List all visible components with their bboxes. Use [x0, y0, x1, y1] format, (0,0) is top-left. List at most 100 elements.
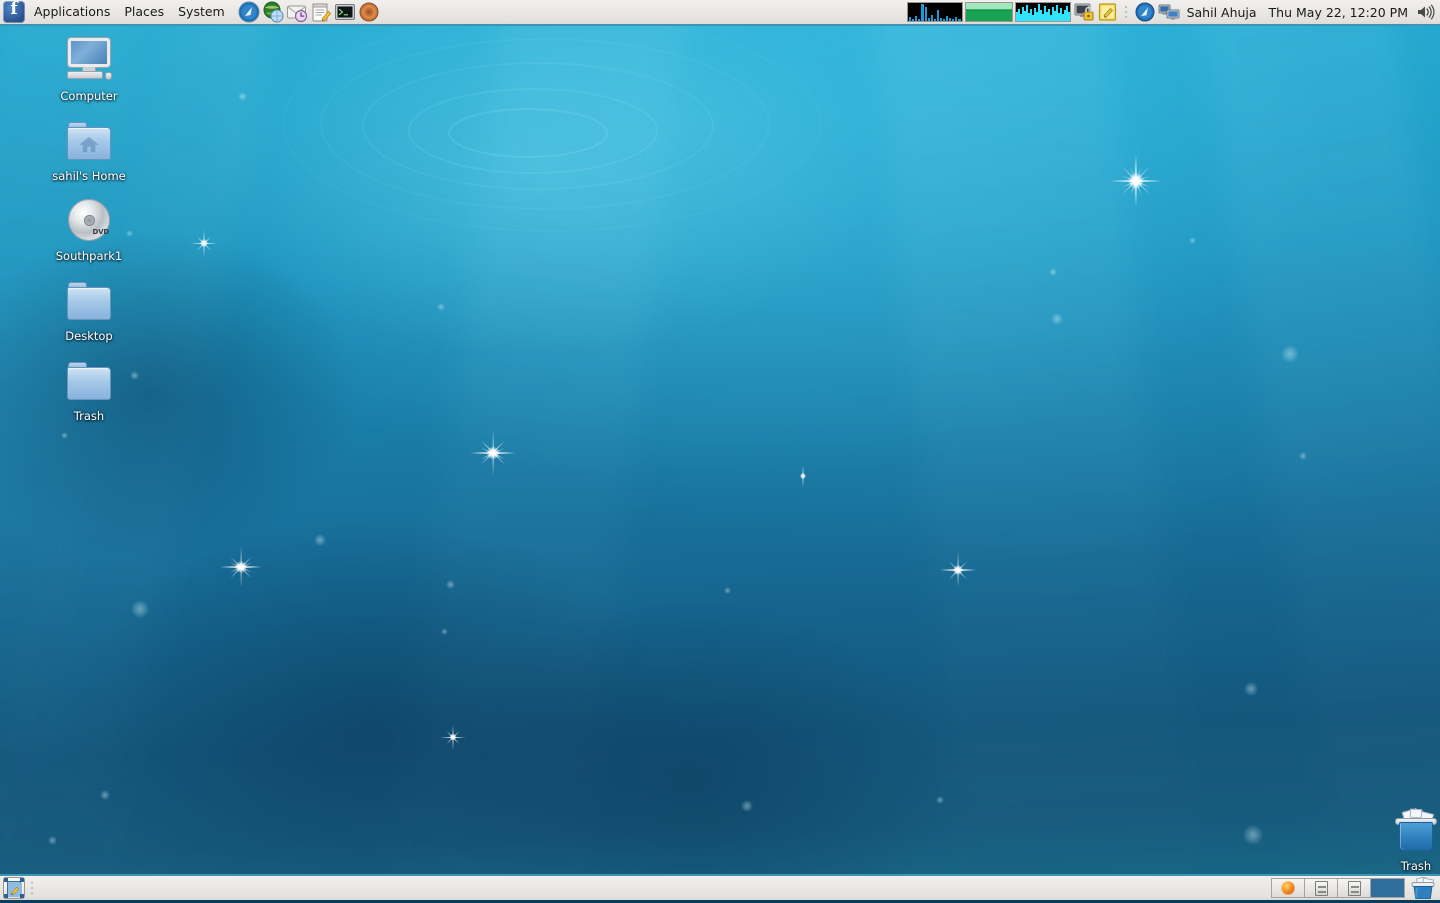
- bottom-panel: [0, 874, 1440, 900]
- network-monitor-applet[interactable]: [1015, 2, 1071, 22]
- clock-applet[interactable]: Thu May 22, 12:20 PM: [1263, 5, 1414, 20]
- wallpaper-sparkle: [440, 724, 466, 750]
- wallpaper-ripple-ring: [448, 108, 608, 158]
- wallpaper-bokeh: [936, 796, 944, 804]
- wallpaper-bokeh: [724, 587, 731, 594]
- desktop-background[interactable]: Computer sahil's Home DVD Southpark1: [0, 0, 1440, 900]
- wallpaper-bokeh: [238, 92, 247, 101]
- network-graph-icon: [1016, 3, 1070, 21]
- corner-marker: [20, 894, 24, 898]
- house-glyph: [78, 135, 100, 153]
- wallpaper-sparkle: [220, 546, 262, 588]
- snail-shell-icon: [358, 1, 380, 23]
- terminal-launcher[interactable]: [334, 1, 356, 23]
- terminal-icon: [334, 1, 356, 23]
- computer-monitor-icon: [41, 36, 137, 86]
- web-browser-icon: [238, 1, 260, 23]
- email-launcher[interactable]: [286, 1, 308, 23]
- wallpaper-bokeh: [61, 432, 68, 439]
- menu-places[interactable]: Places: [117, 1, 171, 23]
- memory-monitor-applet[interactable]: [965, 2, 1013, 22]
- workspace-1[interactable]: [1272, 879, 1305, 897]
- network-connection-icon[interactable]: [1158, 2, 1180, 22]
- seamonkey-launcher[interactable]: [358, 1, 380, 23]
- notepad-pencil-icon: [310, 1, 332, 23]
- dvd-disc-icon: DVD: [41, 196, 137, 246]
- wallpaper-bokeh: [1049, 268, 1057, 276]
- desktop-icon-desktop-folder[interactable]: Desktop: [41, 276, 137, 343]
- web-browser-launcher[interactable]: [238, 1, 260, 23]
- desktop-icon-label: Trash: [41, 410, 137, 423]
- panel-separator: [1123, 2, 1130, 22]
- home-folder-icon: [41, 116, 137, 166]
- yellow-notepad-icon: [1097, 2, 1119, 22]
- wallpaper-shadow: [430, 600, 950, 900]
- wallpaper-ripple-ring: [408, 88, 658, 174]
- desktop-icon-computer[interactable]: Computer: [41, 36, 137, 103]
- desktop-icon-dvd[interactable]: DVD Southpark1: [41, 196, 137, 263]
- desktop-icon-label: Trash: [1368, 860, 1440, 873]
- wallpaper-bokeh: [1244, 682, 1258, 696]
- menu-applications[interactable]: Applications: [27, 1, 117, 23]
- desktop-icon-label: sahil's Home: [41, 170, 137, 183]
- two-monitors-icon: [1158, 2, 1180, 22]
- wallpaper-shadow: [60, 520, 680, 900]
- monitor-lock-icon: [1073, 2, 1095, 22]
- browser-tray-icon[interactable]: [1134, 2, 1156, 22]
- user-name-label[interactable]: Sahil Ahuja: [1181, 5, 1263, 20]
- show-desktop-icon: [7, 881, 21, 895]
- memory-graph-icon: [966, 3, 1012, 21]
- menu-system[interactable]: System: [171, 1, 232, 23]
- corner-marker: [20, 878, 24, 882]
- corner-marker: [4, 878, 8, 882]
- folder-icon: [41, 276, 137, 326]
- fedora-logo-icon[interactable]: [3, 1, 25, 23]
- notes-launcher[interactable]: [310, 1, 332, 23]
- volume-applet[interactable]: [1415, 2, 1435, 22]
- desktop-icon-home-folder[interactable]: sahil's Home: [41, 116, 137, 183]
- notes-tray-icon[interactable]: [1097, 2, 1119, 22]
- file-manager-icon: [1348, 881, 1361, 896]
- cpu-monitor-applet[interactable]: [907, 2, 963, 22]
- show-desktop-button[interactable]: [3, 877, 25, 899]
- workspace-4[interactable]: [1371, 879, 1404, 897]
- workspace-3[interactable]: [1338, 879, 1371, 897]
- bottom-panel-right-area: [1271, 877, 1440, 899]
- cpu-graph-icon: [908, 3, 962, 21]
- trash-full-icon: [1410, 877, 1436, 899]
- wallpaper-ripple-ring: [282, 16, 822, 232]
- wallpaper-bokeh: [437, 303, 445, 311]
- window-list[interactable]: [38, 877, 1271, 899]
- wallpaper-light-ray: [1181, 0, 1440, 900]
- wallpaper-light-ray: [861, 0, 1210, 900]
- workspace-2[interactable]: [1305, 879, 1338, 897]
- desktop-icon-label: Computer: [41, 90, 137, 103]
- desktop-icon-trash-full[interactable]: Trash: [1368, 806, 1440, 873]
- wallpaper-bokeh: [314, 534, 326, 546]
- wallpaper-bokeh: [1189, 237, 1196, 244]
- firefox-icon: [1281, 881, 1295, 895]
- wallpaper-bokeh: [100, 790, 110, 800]
- trash-full-icon: [1368, 806, 1440, 856]
- globe-network-launcher[interactable]: [262, 1, 284, 23]
- wallpaper-light-ray: [381, 0, 700, 900]
- file-manager-icon: [1315, 881, 1328, 896]
- folder-icon: [41, 356, 137, 406]
- top-panel: Applications Places System: [0, 0, 1440, 26]
- speaker-volume-icon: [1415, 2, 1435, 22]
- wallpaper-sparkle: [792, 465, 814, 487]
- desktop-icon-label: Desktop: [41, 330, 137, 343]
- desktop-icon-label: Southpark1: [41, 250, 137, 263]
- wallpaper-bokeh: [446, 580, 455, 589]
- desktop-icon-trash-folder[interactable]: Trash: [41, 356, 137, 423]
- wallpaper-sparkle: [1110, 155, 1162, 207]
- envelope-clock-icon: [286, 1, 308, 23]
- top-panel-right-area: Sahil Ahuja Thu May 22, 12:20 PM: [906, 2, 1440, 22]
- lock-screen-icon[interactable]: [1073, 2, 1095, 22]
- trash-applet[interactable]: [1410, 877, 1436, 899]
- wallpaper-bokeh: [1299, 452, 1307, 460]
- wallpaper-ripple-ring: [320, 38, 770, 210]
- wallpaper-sparkle: [940, 552, 976, 588]
- wallpaper-sparkle: [190, 229, 218, 257]
- workspace-switcher[interactable]: [1271, 878, 1405, 898]
